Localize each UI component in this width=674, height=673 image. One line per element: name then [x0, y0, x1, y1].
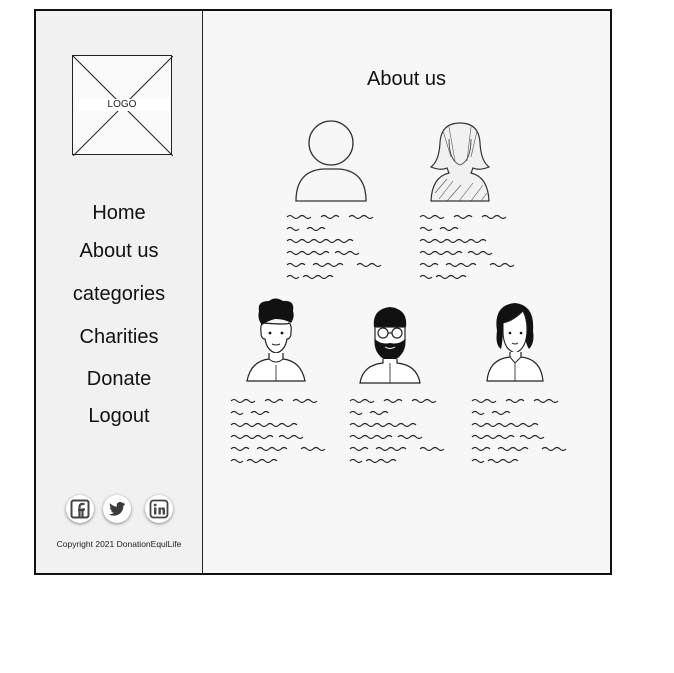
bio-text-placeholder-4 [349, 398, 445, 464]
page-title: About us [367, 68, 446, 90]
copyright-text: Copyright 2021 DonationEqulLife [56, 539, 182, 549]
nav-donate[interactable]: Donate [36, 367, 202, 391]
linkedin-button[interactable] [145, 495, 173, 523]
sidebar: LOGO Home About us categories Charities … [36, 11, 203, 573]
twitter-icon [109, 501, 125, 516]
nav-categories[interactable]: categories [36, 282, 202, 306]
generic-male-avatar-icon [295, 120, 367, 202]
bio-text-placeholder-2 [419, 214, 515, 280]
logo-label: LOGO [75, 99, 169, 111]
man-curly-hair-avatar-icon [246, 298, 306, 382]
main-content: About us [203, 11, 610, 573]
generic-female-avatar-icon [429, 122, 491, 202]
nav-charities[interactable]: Charities [36, 325, 202, 349]
facebook-button[interactable] [66, 495, 94, 523]
bio-text-placeholder-3 [230, 398, 326, 464]
facebook-icon [70, 499, 90, 519]
twitter-button[interactable] [103, 495, 131, 523]
logo-placeholder[interactable]: LOGO [72, 55, 173, 156]
linkedin-icon [149, 499, 169, 519]
nav-logout[interactable]: Logout [36, 404, 202, 428]
nav-about-us[interactable]: About us [36, 239, 202, 263]
woman-bob-hair-avatar-icon [486, 303, 544, 382]
page-frame: LOGO Home About us categories Charities … [34, 9, 612, 575]
bearded-man-glasses-avatar-icon [359, 307, 421, 384]
bio-text-placeholder-5 [471, 398, 567, 464]
bio-text-placeholder-1 [286, 214, 382, 280]
nav-home[interactable]: Home [36, 201, 202, 225]
